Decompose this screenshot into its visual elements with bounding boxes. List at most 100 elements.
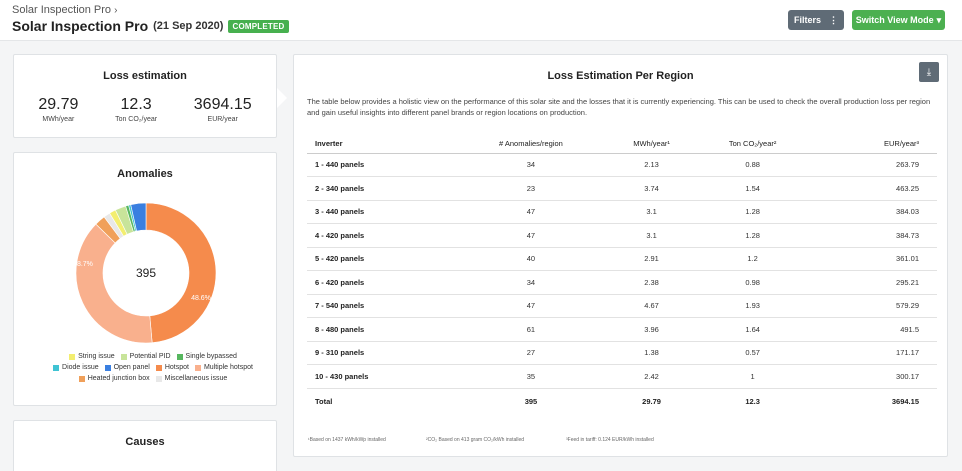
- breadcrumb[interactable]: Solar Inspection Pro ›: [12, 4, 117, 16]
- table-cell: 47: [454, 223, 608, 248]
- table-cell: 384.03: [809, 200, 937, 224]
- metric-unit: MWh/year: [42, 116, 75, 123]
- donut-total: 395: [136, 266, 156, 280]
- table-cell: 1.38: [607, 341, 696, 365]
- anomalies-legend: String issue Potential PID Single bypassed…: [48, 353, 258, 386]
- donut-slice-hotspot[interactable]: [145, 202, 217, 344]
- table-cell: 10 - 430 panels: [307, 364, 455, 389]
- table-cell: 3.1: [607, 223, 696, 248]
- page-title: Solar Inspection Pro: [12, 18, 149, 34]
- table-row: 4 - 420 panels 47 3.1 1.28 384.73: [307, 223, 937, 248]
- table-cell: 295.21: [809, 270, 937, 295]
- table-cell: 34: [454, 270, 608, 295]
- table-cell: 34: [454, 153, 608, 177]
- table-cell: 9 - 310 panels: [307, 341, 455, 365]
- table-cell: 263.79: [809, 153, 937, 177]
- table-cell: 2.13: [607, 153, 696, 177]
- footnote-1: ¹Based on 1437 kWh/kWp installed: [308, 437, 386, 443]
- legend-item[interactable]: String issue: [69, 353, 115, 360]
- metric-value: 12.3: [120, 96, 152, 113]
- table-row: 2 - 340 panels 23 3.74 1.54 463.25: [307, 176, 937, 201]
- legend-label: Heated junction box: [87, 375, 150, 382]
- caret-down-icon: ▾: [936, 14, 942, 25]
- footnote-2: ²CO₂ Based on 413 gram CO₂/kWh installed: [426, 437, 525, 443]
- table-cell: 4 - 420 panels: [307, 223, 455, 248]
- legend-swatch: [53, 364, 60, 371]
- table-row: 5 - 420 panels 40 2.91 1.2 361.01: [307, 247, 937, 271]
- table-cell: 171.17: [809, 341, 937, 365]
- table-row: 9 - 310 panels 27 1.38 0.57 171.17: [307, 341, 937, 365]
- loss-metrics: 29.79 MWh/year 12.3 Ton CO₂/year 3694.15…: [14, 96, 276, 123]
- table-cell: 3.74: [607, 176, 696, 201]
- table-cell: 1: [695, 364, 810, 389]
- legend-label: Miscellaneous issue: [164, 375, 228, 382]
- table-row: 7 - 540 panels 47 4.67 1.93 579.29: [307, 294, 937, 318]
- legend-swatch: [155, 364, 162, 371]
- table-cell: 3694.15: [809, 387, 937, 415]
- legend-label: Multiple hotspot: [203, 364, 253, 371]
- legend-item[interactable]: Heated junction box: [78, 375, 150, 382]
- legend-swatch: [155, 375, 162, 382]
- legend-row: Diode issue Open panel Hotspot Multiple hot…: [48, 364, 258, 371]
- metric-unit: EUR/year: [207, 116, 238, 123]
- legend-row: Heated junction box Miscellaneous issue: [48, 375, 258, 382]
- metric-mwh: 29.79 MWh/year: [38, 96, 78, 123]
- table-cell: 463.25: [809, 176, 937, 201]
- anomalies-donut-chart[interactable]: 395 48.6% 38.7%: [71, 198, 221, 348]
- table-cell: 384.73: [809, 223, 937, 248]
- footnote-3: ³Feed in tariff: 0.124 EUR/kWh installed: [566, 437, 654, 443]
- legend-swatch: [194, 364, 201, 371]
- causes-title: Causes: [125, 436, 165, 448]
- table-cell: 2.42: [607, 364, 696, 389]
- legend-item[interactable]: Hotspot: [155, 364, 189, 371]
- filters-button[interactable]: Filters ⋮: [788, 10, 844, 30]
- region-loss-card: Loss Estimation Per Region ⤓ The table b…: [293, 54, 948, 457]
- metric-eur: 3694.15 EUR/year: [194, 96, 252, 123]
- legend-label: Potential PID: [129, 353, 171, 360]
- table-cell: 300.17: [809, 364, 937, 389]
- table-row: 6 - 420 panels 34 2.38 0.98 295.21: [307, 270, 937, 295]
- table-row: 8 - 480 panels 61 3.96 1.64 491.5: [307, 317, 937, 342]
- table-cell: 0.98: [695, 270, 810, 295]
- filters-button-label: Filters: [793, 15, 821, 25]
- table-cell: 0.57: [695, 341, 810, 365]
- region-title: Loss Estimation Per Region: [547, 70, 694, 82]
- legend-label: Diode issue: [62, 364, 99, 371]
- table-cell: 3.1: [607, 200, 696, 224]
- table-cell: 29.79: [607, 387, 696, 415]
- legend-item[interactable]: Open panel: [104, 364, 150, 371]
- region-description: The table below provides a holistic view…: [307, 97, 931, 117]
- status-badge: COMPLETED: [228, 19, 289, 33]
- download-button[interactable]: ⤓: [919, 62, 939, 82]
- legend-item[interactable]: Potential PID: [120, 353, 171, 360]
- legend-item[interactable]: Diode issue: [53, 364, 99, 371]
- title-row: Solar Inspection Pro (21 Sep 2020) COMPL…: [12, 18, 289, 34]
- causes-card: Causes: [13, 420, 277, 471]
- table-cell: Total: [307, 387, 455, 415]
- switch-view-mode-button[interactable]: Switch View Mode ▾: [852, 10, 945, 30]
- col-inverter: Inverter: [307, 135, 455, 154]
- table-row: 10 - 430 panels 35 2.42 1 300.17: [307, 364, 937, 389]
- donut-label-multiple-hotspot: 38.7%: [73, 261, 93, 268]
- metric-co2: 12.3 Ton CO₂/year: [115, 96, 157, 123]
- col-eur: EUR/year³: [809, 135, 937, 154]
- metric-value: 29.79: [38, 96, 79, 113]
- legend-row: String issue Potential PID Single bypassed: [48, 353, 258, 360]
- legend-item[interactable]: Multiple hotspot: [194, 364, 253, 371]
- table-cell: 40: [454, 247, 608, 271]
- breadcrumb-label[interactable]: Solar Inspection Pro: [12, 4, 111, 16]
- table-row: 1 - 440 panels 34 2.13 0.88 263.79: [307, 153, 937, 177]
- table-cell: 47: [454, 294, 608, 318]
- loss-estimation-title: Loss estimation: [103, 70, 187, 82]
- table-cell: 23: [454, 176, 608, 201]
- col-mwh: MWh/year¹: [607, 135, 696, 154]
- table-cell: 3 - 440 panels: [307, 200, 455, 224]
- table-cell: 0.88: [695, 153, 810, 177]
- top-bar: Solar Inspection Pro › Solar Inspection P…: [0, 0, 962, 41]
- chevron-right-icon: ›: [114, 5, 118, 16]
- legend-item[interactable]: Single bypassed: [176, 353, 237, 360]
- legend-swatch: [120, 353, 127, 360]
- legend-item[interactable]: Miscellaneous issue: [155, 375, 228, 382]
- table-cell: 8 - 480 panels: [307, 317, 455, 342]
- table-cell: 2.38: [607, 270, 696, 295]
